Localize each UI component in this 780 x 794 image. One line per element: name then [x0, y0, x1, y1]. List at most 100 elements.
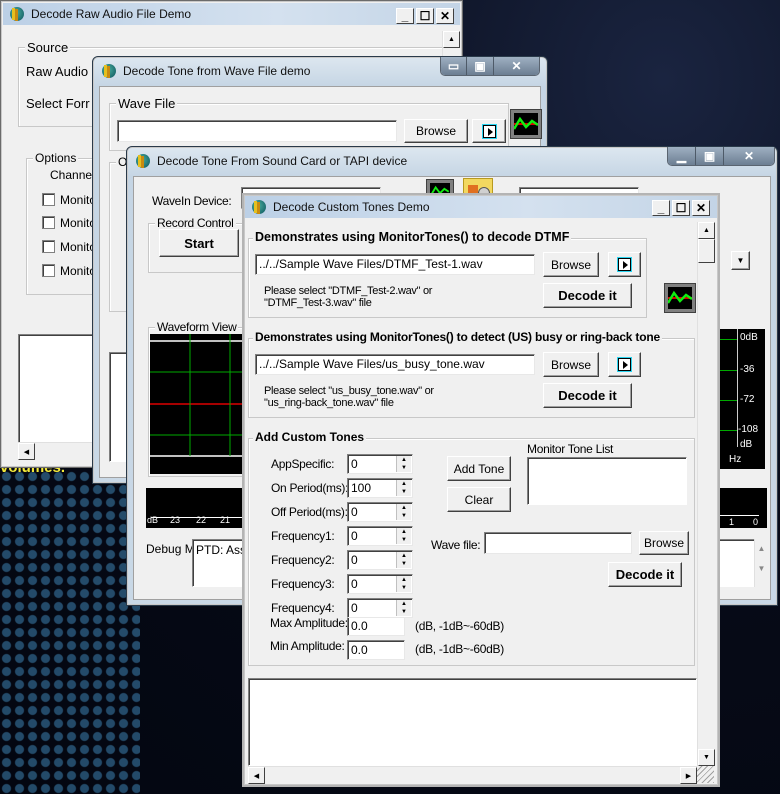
- custom-wave-file-input[interactable]: [484, 532, 632, 554]
- field-spinner[interactable]: 0 ▲ ▼: [347, 502, 413, 522]
- app-icon: [101, 63, 117, 79]
- close-button[interactable]: ✕: [692, 200, 710, 216]
- spinner-arrows[interactable]: ▲ ▼: [396, 576, 411, 592]
- scroll-left-button[interactable]: ◀: [248, 767, 265, 784]
- field-value[interactable]: 0: [351, 457, 358, 471]
- field-value[interactable]: 0: [351, 529, 358, 543]
- field-value[interactable]: 100: [351, 481, 371, 495]
- spinner-arrows[interactable]: ▲ ▼: [396, 504, 411, 520]
- spin-up-icon[interactable]: ▲: [397, 552, 411, 560]
- monitor-tone-list[interactable]: [527, 457, 687, 505]
- spectrum-db-label: -108: [738, 424, 759, 435]
- close-button[interactable]: ✕: [436, 8, 454, 24]
- maximize-button[interactable]: ☐: [416, 8, 434, 24]
- wave-file-input[interactable]: [117, 120, 397, 142]
- spin-down-icon[interactable]: ▼: [397, 488, 411, 496]
- max-amplitude-input[interactable]: 0.0: [347, 616, 405, 636]
- spin-up-icon[interactable]: ▲: [397, 600, 411, 608]
- spin-up-icon[interactable]: ▲: [397, 480, 411, 488]
- spin-down-icon[interactable]: ▼: [397, 464, 411, 472]
- close-button[interactable]: ✕: [724, 147, 774, 165]
- start-button[interactable]: Start: [159, 229, 239, 257]
- max-amplitude-label: Max Amplitude:: [270, 616, 348, 630]
- field-spinner[interactable]: 0 ▲ ▼: [347, 598, 413, 618]
- field-value[interactable]: 0: [351, 577, 358, 591]
- busy-decode-button[interactable]: Decode it: [543, 383, 632, 408]
- play-icon: [617, 257, 632, 272]
- field-value[interactable]: 0: [351, 601, 358, 615]
- monitor-checkbox-4[interactable]: [42, 264, 55, 277]
- spin-down-icon[interactable]: ▼: [397, 560, 411, 568]
- spinner-arrows[interactable]: ▲ ▼: [396, 456, 411, 472]
- custom-decode-button[interactable]: Decode it: [608, 562, 682, 587]
- play-button[interactable]: [472, 119, 506, 143]
- waveform-display: [150, 334, 250, 474]
- device-dropdown-arrow[interactable]: ▼: [731, 251, 750, 270]
- scroll-thumb[interactable]: [698, 239, 715, 263]
- dtmf-browse-button[interactable]: Browse: [543, 252, 599, 277]
- select-format-label: Select Forr: [26, 96, 90, 111]
- maximize-button[interactable]: ☐: [672, 200, 690, 216]
- busy-browse-button[interactable]: Browse: [543, 352, 599, 377]
- custom-browse-button[interactable]: Browse: [639, 531, 689, 555]
- scroll-down-button[interactable]: ▼: [698, 749, 715, 766]
- scroll-up-button[interactable]: ▲: [443, 31, 460, 48]
- app-icon: [251, 199, 267, 215]
- field-value[interactable]: 0: [351, 553, 358, 567]
- field-spinner[interactable]: 0 ▲ ▼: [347, 574, 413, 594]
- close-button[interactable]: ✕: [494, 57, 539, 75]
- spin-down-icon[interactable]: ▼: [397, 608, 411, 616]
- minimize-button[interactable]: _: [652, 200, 670, 216]
- spinner-arrows[interactable]: ▲ ▼: [396, 552, 411, 568]
- monitor-checkbox-1[interactable]: [42, 193, 55, 206]
- field-spinner[interactable]: 0 ▲ ▼: [347, 454, 413, 474]
- output-horizontal-scrollbar[interactable]: ◀ ▶: [248, 766, 697, 784]
- min-amplitude-input[interactable]: 0.0: [347, 640, 405, 660]
- spinner-arrows[interactable]: ▲ ▼: [396, 600, 411, 616]
- spectrum-display: 0dB -36 -72 -108 dB Hz: [717, 329, 765, 469]
- field-value[interactable]: 0: [351, 505, 358, 519]
- spin-up-icon[interactable]: ▲: [397, 456, 411, 464]
- dtmf-play-button[interactable]: [608, 252, 641, 277]
- scroll-right-button[interactable]: ▶: [680, 767, 697, 784]
- titlebar[interactable]: Decode Custom Tones Demo: [245, 196, 717, 218]
- monitor-checkbox-2[interactable]: [42, 216, 55, 229]
- minimize-button[interactable]: _: [396, 8, 414, 24]
- titlebar[interactable]: Decode Raw Audio File Demo: [3, 3, 460, 25]
- maximize-button[interactable]: ▣: [467, 57, 494, 75]
- busy-file-input[interactable]: ../../Sample Wave Files/us_busy_tone.wav: [255, 354, 535, 375]
- browse-button[interactable]: Browse: [404, 119, 468, 143]
- clear-button[interactable]: Clear: [447, 487, 511, 512]
- spectrum-db-label: 0dB: [740, 332, 758, 343]
- spin-down-icon[interactable]: ▼: [397, 512, 411, 520]
- maximize-button[interactable]: ▣: [696, 147, 724, 165]
- resize-grip[interactable]: [697, 766, 714, 783]
- minimize-button[interactable]: ▭: [441, 57, 467, 75]
- level-scale-label: 23: [170, 515, 181, 525]
- window-vertical-scrollbar[interactable]: ▲ ▼: [697, 222, 715, 766]
- spin-down-icon[interactable]: ▼: [397, 536, 411, 544]
- waveform-icon[interactable]: [510, 109, 542, 139]
- spinner-arrows[interactable]: ▲ ▼: [396, 480, 411, 496]
- spinner-arrows[interactable]: ▲ ▼: [396, 528, 411, 544]
- output-textarea[interactable]: [248, 678, 697, 766]
- dtmf-decode-button[interactable]: Decode it: [543, 283, 632, 308]
- spin-up-icon[interactable]: ▲: [397, 528, 411, 536]
- spin-down-icon[interactable]: ▼: [397, 584, 411, 592]
- dtmf-file-input[interactable]: ../../Sample Wave Files/DTMF_Test-1.wav: [255, 254, 535, 275]
- monitor-checkbox-3[interactable]: [42, 240, 55, 253]
- debug-vertical-scrollbar[interactable]: ▲ ▼: [754, 539, 768, 587]
- minimize-button[interactable]: ▁: [668, 147, 696, 165]
- waveform-icon[interactable]: [664, 283, 696, 313]
- field-spinner[interactable]: 0 ▲ ▼: [347, 526, 413, 546]
- busy-play-button[interactable]: [608, 352, 641, 377]
- spin-up-icon[interactable]: ▲: [397, 504, 411, 512]
- scroll-left-button[interactable]: ◀: [18, 443, 35, 460]
- field-spinner[interactable]: 0 ▲ ▼: [347, 550, 413, 570]
- add-tone-button[interactable]: Add Tone: [447, 456, 511, 481]
- max-amplitude-hint: (dB, -1dB~-60dB): [415, 619, 504, 633]
- spin-up-icon[interactable]: ▲: [397, 576, 411, 584]
- dtmf-hint: Please select "DTMF_Test-2.wav" or "DTMF…: [264, 285, 432, 309]
- scroll-up-button[interactable]: ▲: [698, 222, 715, 239]
- field-spinner[interactable]: 100 ▲ ▼: [347, 478, 413, 498]
